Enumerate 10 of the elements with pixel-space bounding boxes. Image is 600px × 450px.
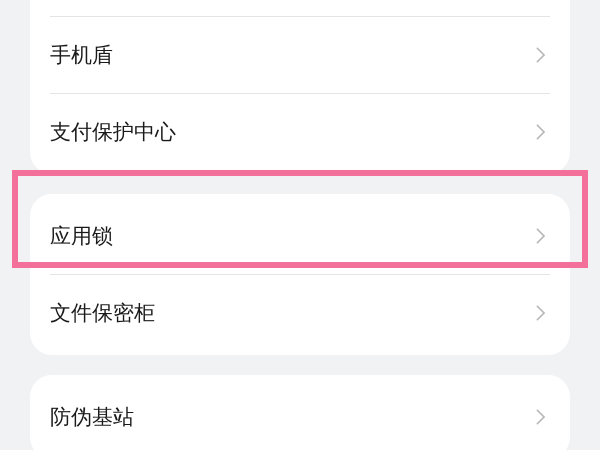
settings-item[interactable]: 支付保护中心 — [50, 118, 176, 146]
chevron-right-icon — [535, 46, 546, 64]
chevron-right-icon — [535, 227, 546, 245]
settings-item[interactable]: 应用锁 — [50, 222, 113, 250]
chevron-right-icon — [535, 304, 546, 322]
chevron-right-icon — [535, 408, 546, 426]
settings-item[interactable]: 防伪基站 — [50, 403, 134, 431]
settings-item[interactable]: 手机盾 — [50, 41, 113, 69]
chevron-right-icon — [535, 123, 546, 141]
settings-item[interactable]: 文件保密柜 — [50, 299, 155, 327]
